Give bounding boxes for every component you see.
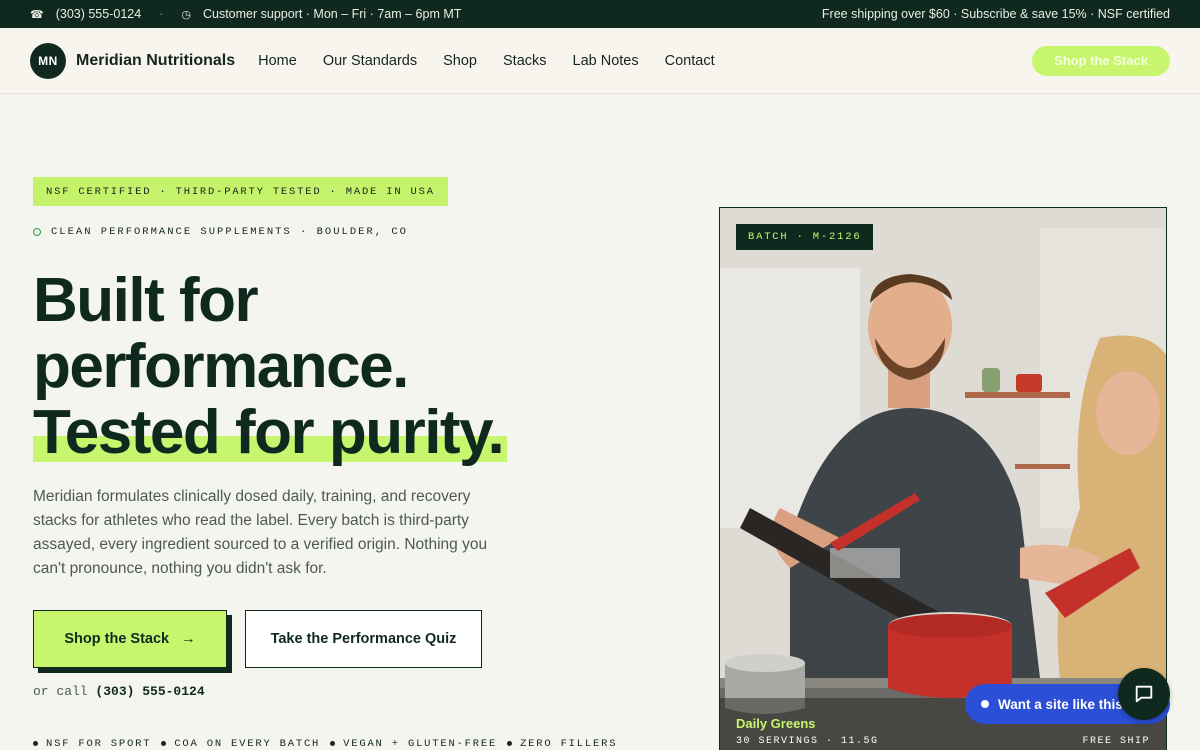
- batch-badge: BATCH · M-2126: [736, 224, 874, 250]
- hero-description: Meridian formulates clinically dosed dai…: [33, 488, 488, 577]
- hero-photo: BATCH · M-2126 Daily Greens 30 SERVINGS …: [719, 207, 1167, 750]
- nav-item-contact[interactable]: Contact: [665, 53, 715, 69]
- main-navigation: MN Meridian Nutritionals Home Our Standa…: [0, 28, 1200, 94]
- clock-icon: ◷: [181, 8, 191, 21]
- shop-the-stack-label: Shop the Stack: [64, 631, 170, 647]
- nav-item-home[interactable]: Home: [258, 53, 297, 69]
- topbar-separator: ·: [159, 7, 164, 21]
- arrow-right-icon: →: [181, 631, 196, 647]
- bullet-icon: [33, 740, 38, 746]
- status-ring-icon: [33, 228, 41, 236]
- shop-the-stack-button[interactable]: Shop the Stack →: [33, 610, 227, 668]
- logo-badge[interactable]: MN: [30, 42, 66, 79]
- nav-item-shop[interactable]: Shop: [443, 53, 477, 69]
- hero-eyebrow-text: CLEAN PERFORMANCE SUPPLEMENTS · BOULDER,…: [51, 226, 408, 238]
- call-line: or call (303) 555-0124: [33, 684, 205, 699]
- feature-item: VEGAN + GLUTEN-FREE: [330, 738, 497, 750]
- hero-eyebrow: CLEAN PERFORMANCE SUPPLEMENTS · BOULDER,…: [33, 226, 408, 238]
- chat-prompt-text: Want a site like this?: [998, 696, 1132, 712]
- bullet-icon: [507, 740, 513, 746]
- headline-line-3: Tested for purity.: [33, 398, 508, 467]
- topbar-support-hours: Customer support · Mon – Fri · 7am – 6pm…: [202, 7, 462, 21]
- headline-line-1: Built for: [33, 266, 259, 335]
- free-ship-label: FREE SHIP: [1082, 736, 1150, 747]
- feature-item: NSF FOR SPORT: [33, 738, 151, 750]
- live-dot-icon: [981, 700, 989, 708]
- product-name: Daily Greens: [736, 716, 816, 731]
- product-servings: 30 SERVINGS · 11.5G: [736, 736, 879, 747]
- phone-icon: ☎: [30, 8, 44, 21]
- performance-quiz-button[interactable]: Take the Performance Quiz: [245, 610, 482, 668]
- chat-bubble-icon: [1135, 685, 1153, 703]
- top-announcement-bar: ☎ (303) 555-0124 · ◷ Customer support · …: [0, 0, 1200, 28]
- feature-item: ZERO FILLERS: [507, 738, 617, 750]
- kitchen-scene-illustration: [720, 208, 1166, 750]
- certification-tag: NSF CERTIFIED · THIRD-PARTY TESTED · MAD…: [33, 177, 448, 206]
- nav-item-our-standards[interactable]: Our Standards: [323, 53, 417, 69]
- nav-item-lab-notes[interactable]: Lab Notes: [573, 53, 639, 69]
- hero-headline: Built for performance. Tested for purity…: [33, 266, 508, 467]
- nav-menu: Home Our Standards Shop Stacks Lab Notes…: [258, 53, 714, 69]
- bullet-icon: [330, 740, 336, 746]
- bullet-icon: [161, 740, 167, 746]
- feature-list: NSF FOR SPORT COA ON EVERY BATCH VEGAN +…: [33, 738, 617, 750]
- topbar-phone[interactable]: (303) 555-0124: [56, 7, 141, 21]
- call-prefix: or call: [33, 684, 88, 699]
- headline-line-3-text: Tested for purity.: [33, 398, 505, 467]
- call-phone-link[interactable]: (303) 555-0124: [95, 684, 204, 699]
- nav-item-stacks[interactable]: Stacks: [503, 53, 547, 69]
- chat-launcher-button[interactable]: [1118, 668, 1170, 720]
- brand-name[interactable]: Meridian Nutritionals: [76, 52, 235, 70]
- nav-shop-the-stack-button[interactable]: Shop the Stack: [1032, 45, 1170, 76]
- headline-line-2: performance.: [33, 332, 409, 401]
- feature-item: COA ON EVERY BATCH: [161, 738, 320, 750]
- topbar-promo: Free shipping over $60 · Subscribe & sav…: [821, 7, 1170, 21]
